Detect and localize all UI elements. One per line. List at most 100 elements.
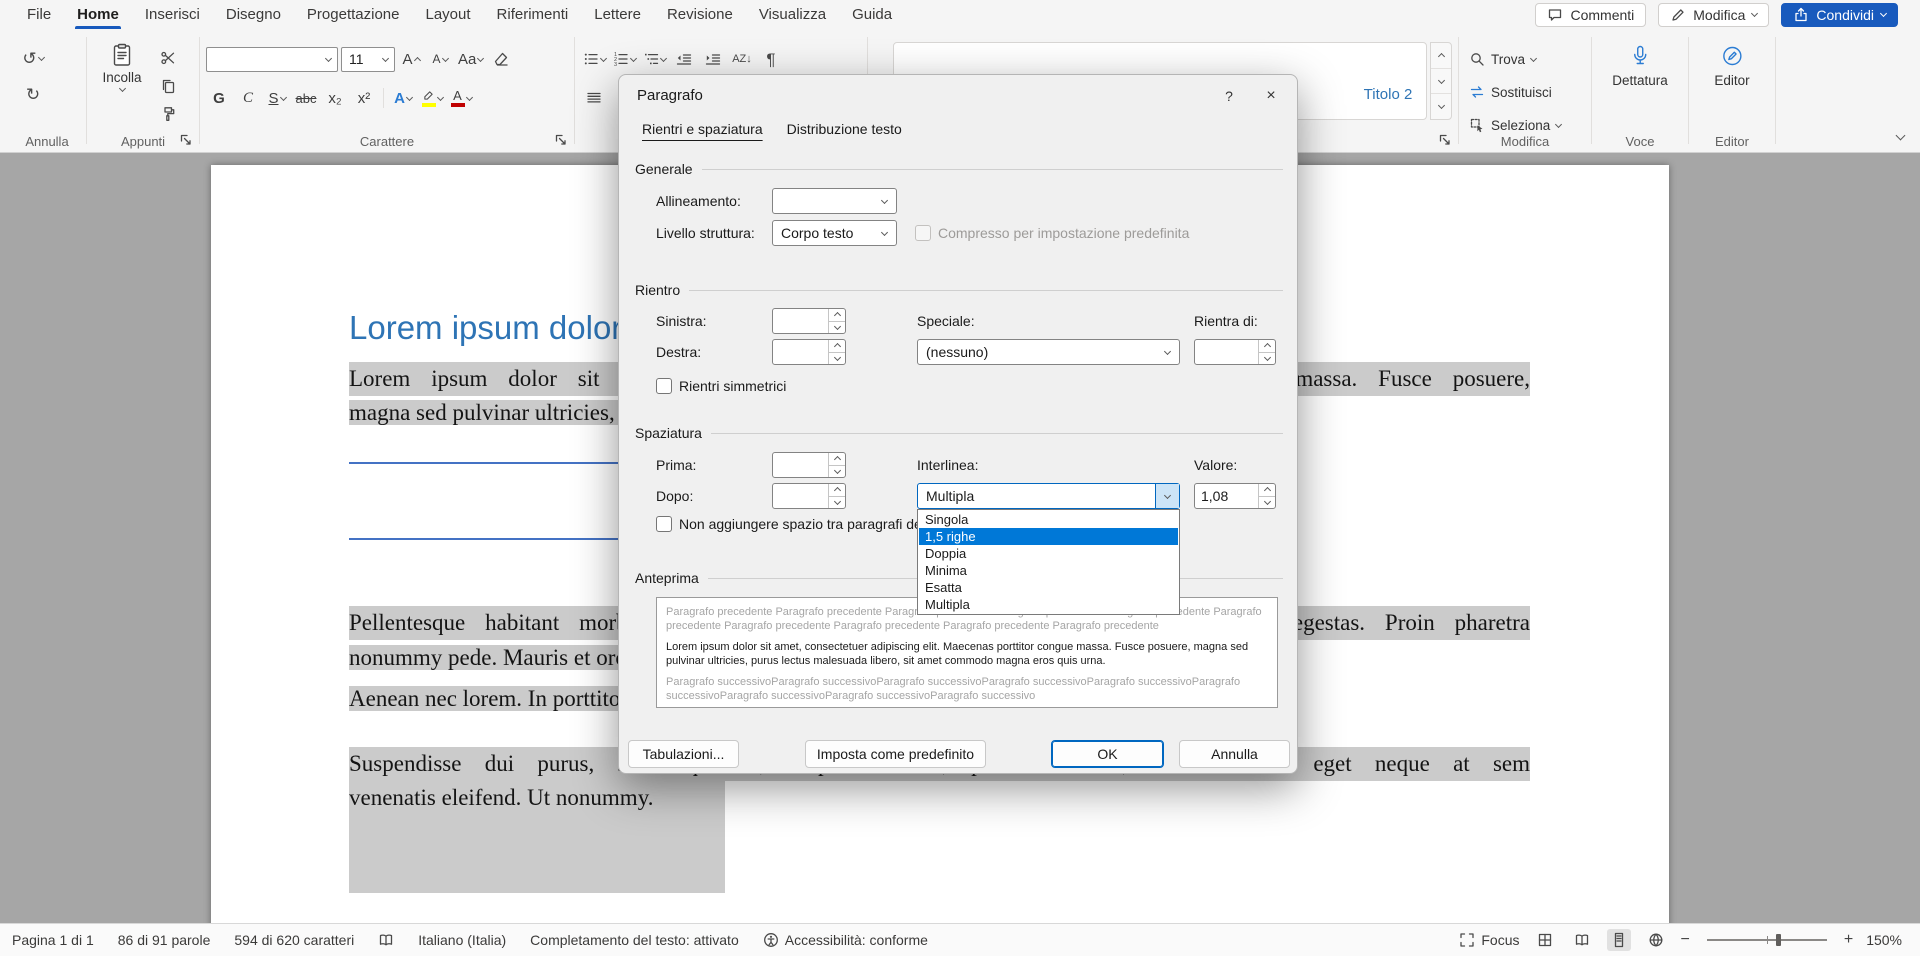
accessibility-status[interactable]: Accessibilità: conforme — [763, 932, 928, 948]
chevron-down-icon[interactable] — [319, 58, 337, 61]
option-doppia[interactable]: Doppia — [919, 545, 1178, 562]
superscript-button[interactable]: x² — [351, 85, 377, 111]
chevron-down-icon[interactable] — [872, 221, 896, 245]
web-layout-button[interactable] — [1644, 929, 1668, 951]
space-after-spinner[interactable] — [772, 483, 846, 509]
zoom-in-button[interactable]: + — [1844, 931, 1853, 949]
clear-formatting-button[interactable] — [488, 46, 514, 72]
multilevel-list-button[interactable] — [641, 46, 668, 72]
text-completion-indicator[interactable]: Completamento del testo: attivato — [530, 932, 739, 948]
outline-level-select[interactable]: Corpo testo — [772, 220, 897, 246]
increase-indent-button[interactable] — [700, 46, 726, 72]
dictate-button[interactable]: Dettatura — [1612, 44, 1668, 88]
clipboard-dialog-launcher-icon[interactable] — [178, 132, 194, 148]
option-1-5-righe[interactable]: 1,5 righe — [919, 528, 1178, 545]
find-button[interactable]: Trova — [1469, 47, 1536, 71]
gallery-more-button[interactable] — [1431, 94, 1451, 119]
undo-button[interactable]: ↺ — [20, 45, 46, 71]
share-button[interactable]: Condividi — [1781, 3, 1898, 27]
text-effects-button[interactable]: A — [390, 85, 416, 111]
zoom-out-button[interactable]: − — [1681, 931, 1690, 949]
zoom-slider[interactable] — [1707, 939, 1827, 941]
at-spinner[interactable]: 1,08 — [1194, 483, 1276, 509]
italic-button[interactable]: C — [235, 85, 261, 111]
tab-layout[interactable]: Layout — [413, 0, 484, 29]
dialog-help-button[interactable]: ? — [1215, 83, 1243, 109]
strikethrough-button[interactable]: abc — [293, 85, 319, 111]
font-dialog-launcher-icon[interactable] — [553, 132, 569, 148]
spinner-down-icon[interactable] — [829, 497, 845, 509]
highlight-color-button[interactable] — [419, 85, 445, 111]
tab-inserisci[interactable]: Inserisci — [132, 0, 213, 29]
language-indicator[interactable]: Italiano (Italia) — [418, 932, 506, 948]
option-multipla[interactable]: Multipla — [919, 596, 1178, 613]
alignment-select[interactable] — [772, 188, 897, 214]
change-case-button[interactable]: Aa — [456, 46, 485, 72]
bold-button[interactable]: G — [206, 85, 232, 111]
tab-guida[interactable]: Guida — [839, 0, 905, 29]
sort-button[interactable]: AZ↓ — [729, 46, 755, 72]
option-singola[interactable]: Singola — [919, 511, 1178, 528]
align-justify-button[interactable] — [581, 85, 607, 111]
option-esatta[interactable]: Esatta — [919, 579, 1178, 596]
set-as-default-button[interactable]: Imposta come predefinito — [805, 740, 986, 768]
collapse-ribbon-button[interactable] — [1897, 126, 1904, 144]
shrink-font-button[interactable]: A — [427, 46, 453, 72]
tab-file[interactable]: File — [14, 0, 64, 29]
zoom-level[interactable]: 150% — [1866, 932, 1902, 948]
styles-dialog-launcher-icon[interactable] — [1437, 132, 1453, 148]
chevron-down-icon[interactable] — [1155, 484, 1179, 508]
proofing-status[interactable] — [378, 932, 394, 948]
char-count[interactable]: 594 di 620 caratteri — [234, 932, 354, 948]
spinner-up-icon[interactable] — [829, 453, 845, 466]
dialog-close-button[interactable]: × — [1257, 83, 1285, 109]
font-name-combobox[interactable] — [206, 47, 338, 72]
indent-right-spinner[interactable] — [772, 339, 846, 365]
tab-lettere[interactable]: Lettere — [581, 0, 654, 29]
spinner-down-icon[interactable] — [829, 353, 845, 365]
mirror-indents-checkbox[interactable]: Rientri simmetrici — [656, 378, 786, 394]
checkbox-box[interactable] — [656, 516, 672, 532]
print-layout-button[interactable] — [1607, 929, 1631, 951]
tab-disegno[interactable]: Disegno — [213, 0, 294, 29]
indent-left-spinner[interactable] — [772, 308, 846, 334]
comments-button[interactable]: Commenti — [1535, 3, 1646, 27]
bullets-button[interactable] — [581, 46, 608, 72]
format-painter-button[interactable] — [153, 101, 183, 127]
tab-home[interactable]: Home — [64, 0, 132, 29]
indent-by-spinner[interactable] — [1194, 339, 1276, 365]
grid-view-button[interactable] — [1533, 929, 1557, 951]
spinner-up-icon[interactable] — [1259, 484, 1275, 497]
special-select[interactable]: (nessuno) — [917, 339, 1180, 365]
tab-progettazione[interactable]: Progettazione — [294, 0, 413, 29]
spinner-up-icon[interactable] — [1259, 340, 1275, 353]
redo-button[interactable]: ↻ — [20, 81, 46, 107]
word-count[interactable]: 86 di 91 parole — [118, 932, 211, 948]
focus-mode-button[interactable]: Focus — [1459, 932, 1519, 948]
paste-button[interactable]: Incolla — [95, 43, 149, 131]
gallery-scroll-down-button[interactable] — [1431, 69, 1451, 95]
spinner-down-icon[interactable] — [829, 322, 845, 334]
editing-mode-button[interactable]: Modifica — [1658, 3, 1769, 27]
space-before-spinner[interactable] — [772, 452, 846, 478]
checkbox-box[interactable] — [656, 378, 672, 394]
replace-button[interactable]: Sostituisci — [1469, 80, 1552, 104]
spinner-down-icon[interactable] — [1259, 353, 1275, 365]
read-mode-button[interactable] — [1570, 929, 1594, 951]
ok-button[interactable]: OK — [1051, 740, 1164, 768]
underline-button[interactable]: S — [264, 85, 290, 111]
style-item-titolo-2[interactable]: Titolo 2 — [1334, 43, 1442, 119]
tabs-button[interactable]: Tabulazioni... — [628, 740, 739, 768]
spinner-up-icon[interactable] — [829, 484, 845, 497]
spinner-up-icon[interactable] — [829, 340, 845, 353]
cut-button[interactable] — [153, 45, 183, 71]
tab-rientri-e-spaziatura[interactable]: Rientri e spaziatura — [633, 115, 772, 143]
chevron-down-icon[interactable] — [872, 189, 896, 213]
grow-font-button[interactable]: A — [398, 46, 424, 72]
page-count[interactable]: Pagina 1 di 1 — [12, 932, 94, 948]
tab-distribuzione-testo[interactable]: Distribuzione testo — [778, 115, 911, 143]
tab-revisione[interactable]: Revisione — [654, 0, 746, 29]
spinner-down-icon[interactable] — [829, 466, 845, 478]
chevron-down-icon[interactable] — [1155, 340, 1179, 364]
numbering-button[interactable]: 123 — [611, 46, 638, 72]
